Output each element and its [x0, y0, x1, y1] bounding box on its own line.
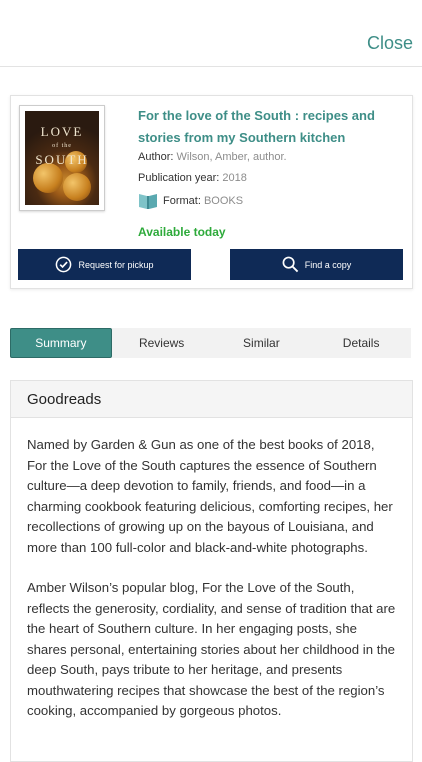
format-label: Format: [163, 195, 201, 207]
year-value: 2018 [222, 172, 247, 184]
request-pickup-label: Request for pickup [78, 259, 154, 270]
cover-title: LOVE of the SOUTH [35, 124, 89, 167]
summary-paragraph: Amber Wilson’s popular blog, For the Lov… [27, 580, 396, 718]
summary-paragraph: Named by Garden & Gun as one of the best… [27, 437, 393, 555]
year-label: Publication year: [138, 172, 220, 184]
book-card: LOVE of the SOUTH For the love of the So… [10, 95, 413, 289]
tab-similar[interactable]: Similar [212, 328, 312, 358]
close-button[interactable]: Close [367, 33, 413, 54]
summary-body: Named by Garden & Gun as one of the best… [11, 418, 412, 722]
search-icon [282, 256, 298, 273]
book-title[interactable]: For the love of the South : recipes and … [138, 105, 400, 149]
open-book-icon [139, 194, 157, 209]
author-value: Wilson, Amber, author. [176, 151, 287, 163]
tab-reviews[interactable]: Reviews [112, 328, 212, 358]
find-copy-label: Find a copy [304, 259, 352, 270]
tab-summary[interactable]: Summary [10, 328, 112, 358]
cover-image: LOVE of the SOUTH [25, 111, 99, 205]
availability-status: Available today [138, 225, 226, 239]
request-pickup-button[interactable]: Request for pickup [18, 249, 191, 280]
find-copy-button[interactable]: Find a copy [230, 249, 403, 280]
format-value: BOOKS [203, 195, 244, 207]
check-circle-icon [56, 256, 72, 273]
summary-card: Goodreads Named by Garden & Gun as one o… [10, 380, 413, 762]
author-label: Author: [138, 151, 174, 163]
summary-heading: Goodreads [11, 381, 412, 418]
book-cover[interactable]: LOVE of the SOUTH [19, 105, 105, 211]
author-row: Author: Wilson, Amber, author. [138, 151, 287, 163]
year-row: Publication year: 2018 [138, 172, 247, 184]
top-bar: Close [0, 0, 422, 67]
format-row: Format: BOOKS [138, 192, 243, 210]
tab-details[interactable]: Details [311, 328, 411, 358]
tab-bar: Summary Reviews Similar Details [10, 328, 411, 358]
